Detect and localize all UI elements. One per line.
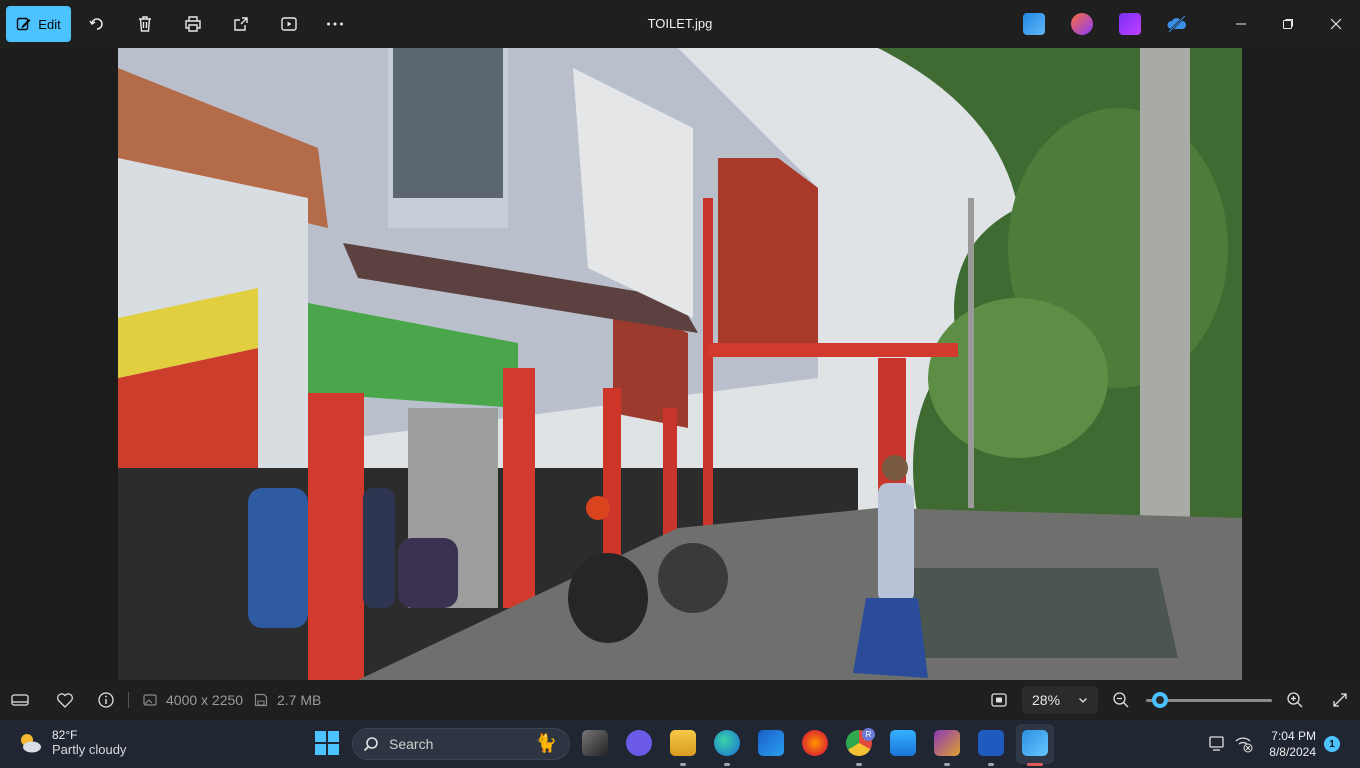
zoom-out-button[interactable] xyxy=(1112,690,1130,710)
search-label: Search xyxy=(389,736,434,752)
word-icon[interactable] xyxy=(978,730,1004,756)
designer-icon[interactable] xyxy=(1071,13,1093,35)
image-viewport[interactable] xyxy=(0,48,1360,680)
file-size: 2.7 MB xyxy=(253,690,321,710)
close-icon xyxy=(1330,18,1342,30)
dimensions-text: 4000 x 2250 xyxy=(166,692,244,708)
file-explorer-icon[interactable] xyxy=(670,730,696,756)
maximize-button[interactable] xyxy=(1273,10,1303,38)
fullscreen-button[interactable] xyxy=(1332,690,1348,710)
window-title: TOILET.jpg xyxy=(647,16,713,31)
edge-icon[interactable] xyxy=(714,730,740,756)
notepad-icon[interactable] xyxy=(890,730,916,756)
task-view-icon[interactable] xyxy=(582,730,608,756)
running-indicator xyxy=(724,763,730,766)
partly-cloudy-icon xyxy=(21,733,41,752)
zoom-in-icon xyxy=(1287,692,1303,708)
actual-size-button[interactable] xyxy=(990,690,1008,710)
image-size-icon xyxy=(143,694,157,706)
restore-icon xyxy=(1283,19,1293,29)
clock-time: 7:04 PM xyxy=(1271,729,1316,743)
weather-desc: Partly cloudy xyxy=(52,742,127,757)
zoom-level-dropdown[interactable]: 28% xyxy=(1022,686,1098,714)
store-icon[interactable] xyxy=(758,730,784,756)
taskbar-search[interactable]: Search 🐈 xyxy=(352,728,570,760)
info-icon xyxy=(98,692,114,708)
clipchamp-icon[interactable] xyxy=(1119,13,1141,35)
command-bar: Edit TOILET.jpg xyxy=(0,0,1360,48)
minimize-icon xyxy=(1236,23,1246,25)
favorite-button[interactable] xyxy=(56,690,74,710)
network-offline-icon[interactable] xyxy=(1234,735,1254,758)
zoom-slider-thumb[interactable] xyxy=(1151,692,1168,708)
minimize-button[interactable] xyxy=(1226,10,1256,38)
taskbar: 82°F Partly cloudy Search 🐈 R 7:04 PM 8/… xyxy=(0,720,1360,768)
weather-temp: 82°F xyxy=(52,728,78,742)
photos-icon[interactable] xyxy=(1022,730,1048,756)
close-button[interactable] xyxy=(1321,10,1351,38)
running-indicator xyxy=(856,763,862,766)
notification-badge[interactable]: 1 xyxy=(1324,736,1340,752)
zoom-in-button[interactable] xyxy=(1286,690,1304,710)
zoom-level-text: 28% xyxy=(1032,692,1061,708)
chrome-profile-badge: R xyxy=(862,728,875,741)
heart-icon xyxy=(57,693,73,708)
file-size-text: 2.7 MB xyxy=(277,692,322,708)
winrar-icon[interactable] xyxy=(934,730,960,756)
onedrive-icon[interactable] xyxy=(1166,13,1188,35)
photo xyxy=(118,48,1242,680)
active-indicator xyxy=(1027,763,1043,766)
start-button[interactable] xyxy=(314,730,340,756)
search-highlight-icon: 🐈 xyxy=(534,733,557,753)
image-dimensions: 4000 x 2250 xyxy=(142,690,243,710)
photo-editor-icon[interactable] xyxy=(1023,13,1045,35)
street-market-photo xyxy=(118,48,1242,680)
clock-date: 8/8/2024 xyxy=(1269,745,1316,759)
info-bar: 4000 x 2250 2.7 MB 28% xyxy=(0,680,1360,720)
firefox-icon[interactable] xyxy=(802,730,828,756)
system-clock[interactable]: 7:04 PM 8/8/2024 xyxy=(1262,728,1316,760)
windows-logo-icon xyxy=(315,731,339,755)
chevron-down-icon xyxy=(1079,698,1087,703)
fit-to-window-icon xyxy=(991,693,1007,707)
zoom-out-icon xyxy=(1113,692,1129,708)
display-icon[interactable] xyxy=(1208,735,1228,758)
running-indicator xyxy=(988,763,994,766)
divider xyxy=(128,692,129,708)
running-indicator xyxy=(680,763,686,766)
filmstrip-icon xyxy=(11,694,29,706)
search-icon xyxy=(363,737,378,752)
running-indicator xyxy=(944,763,950,766)
filmstrip-button[interactable] xyxy=(10,690,30,710)
weather-widget[interactable]: 82°F Partly cloudy xyxy=(16,728,126,757)
expand-icon xyxy=(1333,693,1347,707)
save-disk-icon xyxy=(254,693,268,707)
file-info-button[interactable] xyxy=(97,690,115,710)
teams-chat-icon[interactable] xyxy=(626,730,652,756)
